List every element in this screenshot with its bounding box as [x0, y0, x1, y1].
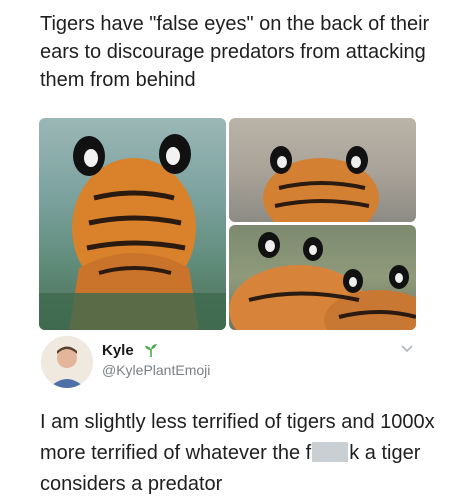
- tiger-in-water-photo[interactable]: [39, 118, 226, 330]
- meme-caption: Tigers have "false eyes" on the back of …: [40, 13, 430, 91]
- avatar[interactable]: [41, 336, 93, 388]
- photo-grid: [39, 118, 416, 330]
- redaction-box: [312, 442, 349, 462]
- display-name[interactable]: Kyle: [102, 342, 134, 359]
- user-handle[interactable]: @KylePlantEmoji: [102, 362, 210, 378]
- chevron-down-icon[interactable]: [400, 344, 414, 354]
- tigers-ears-closeup-photo[interactable]: [229, 225, 416, 330]
- sprout-icon: [145, 344, 157, 357]
- tiger-ears-rocks-photo[interactable]: [229, 118, 416, 222]
- tweet-text: I am slightly less terrified of tigers a…: [40, 407, 440, 500]
